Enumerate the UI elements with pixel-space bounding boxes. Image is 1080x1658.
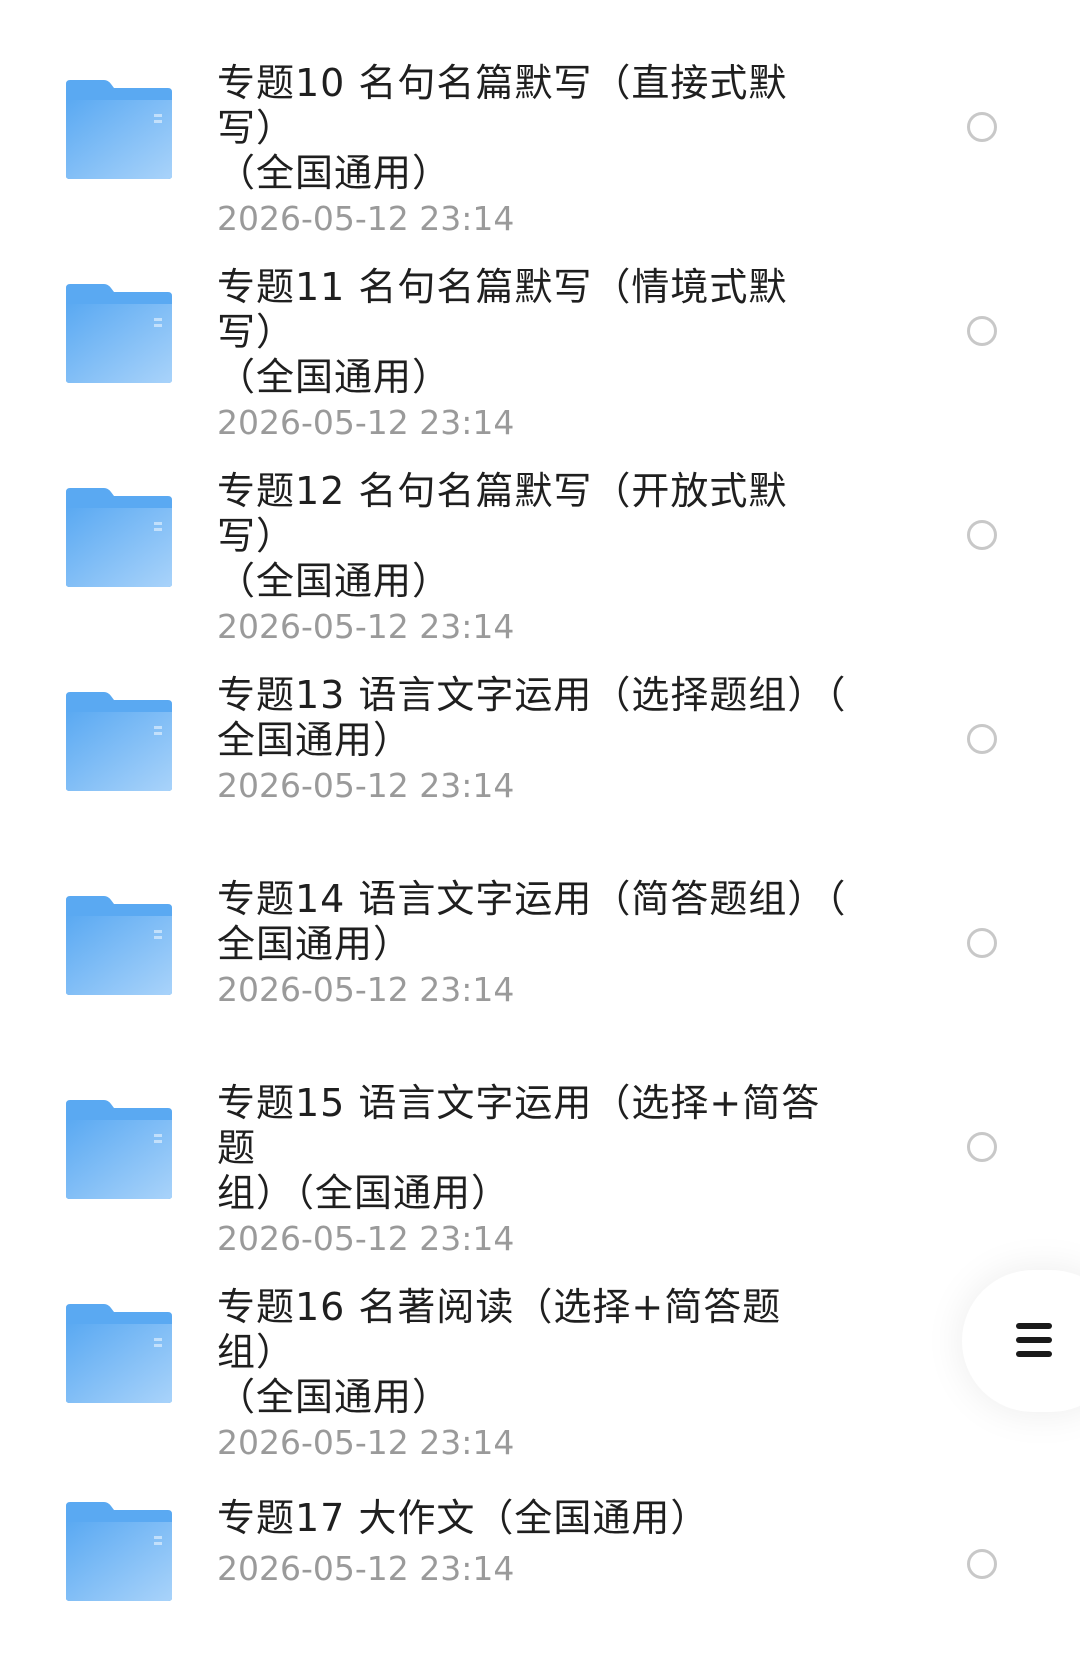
select-radio[interactable]: [967, 520, 997, 550]
file-date: 2026-05-12 23:14: [217, 766, 515, 805]
file-name: 专题11 名句名篇默写（情境式默写） （全国通用）: [217, 265, 788, 399]
file-row[interactable]: 专题12 名句名篇默写（开放式默写） （全国通用） 2026-05-12 23:…: [0, 434, 1080, 646]
file-name: 专题12 名句名篇默写（开放式默写） （全国通用）: [217, 469, 788, 603]
file-date: 2026-05-12 23:14: [217, 1549, 515, 1588]
file-row[interactable]: 专题11 名句名篇默写（情境式默写） （全国通用） 2026-05-12 23:…: [0, 230, 1080, 442]
select-radio[interactable]: [967, 1549, 997, 1579]
folder-icon: [64, 894, 174, 996]
folder-icon: [64, 486, 174, 588]
select-radio[interactable]: [967, 316, 997, 346]
file-name: 专题16 名著阅读（选择+简答题组） （全国通用）: [217, 1285, 782, 1419]
file-row[interactable]: 专题16 名著阅读（选择+简答题组） （全国通用） 2026-05-12 23:…: [0, 1250, 1080, 1462]
folder-icon: [64, 690, 174, 792]
file-row[interactable]: 专题14 语言文字运用（简答题组）（ 全国通用） 2026-05-12 23:1…: [0, 842, 1080, 1046]
folder-icon: [64, 1098, 174, 1200]
file-name: 专题17 大作文（全国通用）: [217, 1496, 710, 1540]
file-row[interactable]: 专题17 大作文（全国通用） 2026-05-12 23:14: [0, 1454, 1080, 1658]
folder-icon: [64, 282, 174, 384]
file-name: 专题10 名句名篇默写（直接式默写） （全国通用）: [217, 61, 788, 195]
menu-icon[interactable]: [1016, 1323, 1052, 1359]
file-name: 专题14 语言文字运用（简答题组）（ 全国通用）: [217, 877, 847, 966]
file-name: 专题15 语言文字运用（选择+简答题 组）（全国通用）: [217, 1081, 821, 1215]
file-name: 专题13 语言文字运用（选择题组）（ 全国通用）: [217, 673, 847, 762]
select-radio[interactable]: [967, 724, 997, 754]
select-radio[interactable]: [967, 112, 997, 142]
file-row[interactable]: 专题13 语言文字运用（选择题组）（ 全国通用） 2026-05-12 23:1…: [0, 638, 1080, 842]
folder-icon: [64, 1500, 174, 1602]
folder-icon: [64, 78, 174, 180]
select-radio[interactable]: [967, 1132, 997, 1162]
file-row[interactable]: 专题10 名句名篇默写（直接式默写） （全国通用） 2026-05-12 23:…: [0, 26, 1080, 238]
file-row[interactable]: 专题15 语言文字运用（选择+简答题 组）（全国通用） 2026-05-12 2…: [0, 1046, 1080, 1258]
file-list: 专题10 名句名篇默写（直接式默写） （全国通用） 2026-05-12 23:…: [0, 0, 1080, 1636]
folder-icon: [64, 1302, 174, 1404]
select-radio[interactable]: [967, 928, 997, 958]
file-date: 2026-05-12 23:14: [217, 970, 515, 1009]
